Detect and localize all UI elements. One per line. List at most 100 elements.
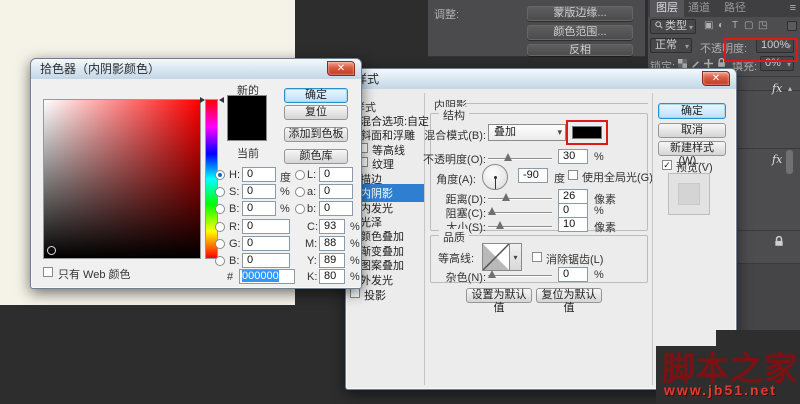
h-unit: 度 [280, 169, 291, 185]
choke-slider[interactable] [488, 212, 552, 214]
m-field[interactable]: 88 [319, 236, 345, 251]
distance-field[interactable]: 26 [558, 189, 588, 204]
anti-alias-checkbox[interactable] [532, 252, 542, 262]
color-picker-titlebar[interactable]: 拾色器（内阴影颜色） [31, 59, 361, 79]
web-colors-label: 只有 Web 颜色 [58, 266, 131, 282]
color-field[interactable] [43, 99, 201, 259]
add-to-swatches-button[interactable]: 添加到色板 [284, 127, 348, 142]
r-radio[interactable] [215, 222, 225, 232]
set-default-button[interactable]: 设置为默认值 [466, 288, 532, 303]
g-field[interactable]: 0 [242, 236, 290, 251]
reset-button[interactable]: 复位 [284, 105, 348, 120]
fx-collapse-arrow-icon[interactable]: ▴ [788, 84, 792, 93]
lab-b-field[interactable]: 0 [319, 201, 353, 216]
choke-slider-thumb[interactable] [488, 207, 496, 215]
color-range-button[interactable]: 颜色范围... [527, 25, 633, 40]
filter-adjustment-layers-icon[interactable]: ◐ [718, 20, 724, 31]
filter-shape-layers-icon[interactable]: ▢ [744, 20, 753, 31]
lab-b-radio[interactable] [295, 204, 305, 214]
panel-menu-icon[interactable]: ≡ [790, 0, 796, 17]
close-button[interactable]: ✕ [702, 71, 730, 86]
hue-marker-right-icon[interactable] [219, 97, 224, 103]
lock-pixels-icon[interactable] [691, 59, 700, 68]
ok-button[interactable]: 确定 [284, 88, 348, 103]
opacity-slider[interactable] [488, 158, 552, 160]
opacity-slider-thumb[interactable] [504, 153, 512, 161]
noise-slider[interactable] [488, 275, 552, 277]
l-radio[interactable] [295, 170, 305, 180]
tab-layers[interactable]: 图层 [650, 0, 684, 17]
size-slider-thumb[interactable] [496, 221, 504, 229]
reset-default-button[interactable]: 复位为默认值 [536, 288, 602, 303]
filter-toggle[interactable] [787, 21, 797, 31]
b-radio[interactable] [215, 204, 225, 214]
blend-mode-dropdown[interactable]: 叠加 [488, 124, 566, 141]
l-field[interactable]: 0 [319, 167, 353, 182]
tab-paths[interactable]: 路径 [724, 0, 746, 17]
layer-fx-badge[interactable]: fx [772, 153, 782, 166]
b2-field[interactable]: 0 [242, 253, 290, 268]
angle-dial[interactable] [482, 164, 508, 190]
noise-slider-thumb[interactable] [488, 270, 496, 278]
h-field[interactable]: 0 [242, 167, 276, 182]
ok-button[interactable]: 确定 [658, 103, 726, 119]
hex-field[interactable]: 000000 [239, 269, 295, 284]
r-field[interactable]: 0 [242, 219, 290, 234]
blend-annotation-box [566, 120, 608, 145]
layer-fx-badge[interactable]: fx [772, 82, 782, 95]
style-item[interactable]: 斜面和浮雕 [360, 127, 415, 143]
distance-slider-thumb[interactable] [502, 193, 510, 201]
s-radio[interactable] [215, 187, 225, 197]
angle-field[interactable]: -90 [518, 168, 548, 183]
new-style-button[interactable]: 新建样式(W)... [658, 141, 726, 156]
size-slider[interactable] [488, 226, 552, 228]
a-field[interactable]: 0 [319, 184, 353, 199]
contour-thumbnail[interactable] [482, 243, 510, 271]
style-item[interactable]: 纹理 [372, 156, 394, 172]
contour-picker-arrow[interactable]: ▾ [510, 243, 522, 271]
b-unit: % [280, 203, 290, 215]
color-libraries-button[interactable]: 颜色库 [284, 149, 348, 164]
distance-slider[interactable] [488, 198, 552, 200]
lock-transparent-icon[interactable] [678, 59, 687, 68]
style-item[interactable]: 颜色叠加 [360, 228, 404, 244]
noise-label: 杂色(N): [412, 269, 486, 285]
tab-channels[interactable]: 通道 [688, 0, 710, 17]
style-item[interactable]: 图案叠加 [360, 257, 404, 273]
y-field[interactable]: 89 [319, 253, 345, 268]
b-field[interactable]: 0 [242, 201, 276, 216]
opacity-field[interactable]: 30 [558, 149, 588, 164]
lock-position-icon[interactable] [704, 59, 713, 68]
color-field-marker[interactable] [47, 246, 56, 255]
global-light-checkbox[interactable] [568, 170, 578, 180]
g-radio[interactable] [215, 239, 225, 249]
layer-blend-mode-dropdown[interactable]: 正常 [650, 38, 692, 53]
invert-button[interactable]: 反相 [527, 44, 633, 56]
noise-field[interactable]: 0 [558, 267, 588, 282]
mask-edge-button[interactable]: 蒙版边缘... [527, 6, 633, 21]
size-field[interactable]: 10 [558, 217, 588, 232]
style-item[interactable]: 外发光 [360, 272, 393, 288]
k-field[interactable]: 80 [319, 269, 345, 284]
preview-checkbox[interactable]: ✓ [662, 160, 672, 170]
y-label: Y: [307, 255, 317, 267]
b2-radio[interactable] [215, 256, 225, 266]
a-radio[interactable] [295, 187, 305, 197]
h-radio[interactable] [215, 170, 225, 180]
hue-marker-left-icon[interactable] [200, 97, 205, 103]
panel-scrollbar[interactable] [786, 150, 793, 174]
layer-style-titlebar[interactable]: 样式 [346, 69, 736, 89]
cancel-button[interactable]: 取消 [658, 123, 726, 138]
layer-filter-kind-dropdown[interactable]: 类型 [650, 19, 696, 34]
web-colors-checkbox[interactable] [43, 267, 53, 277]
s-field[interactable]: 0 [242, 184, 276, 199]
style-item-checkbox[interactable] [350, 288, 360, 298]
close-button[interactable]: ✕ [327, 61, 355, 76]
filter-type-layers-icon[interactable]: T [732, 20, 738, 31]
filter-pixel-layers-icon[interactable]: ▣ [704, 20, 713, 31]
filter-smart-object-icon[interactable]: ◳ [758, 20, 767, 31]
c-unit: % [350, 221, 360, 233]
c-field[interactable]: 93 [319, 219, 345, 234]
style-item[interactable]: 投影 [364, 287, 386, 303]
choke-field[interactable]: 0 [558, 203, 588, 218]
